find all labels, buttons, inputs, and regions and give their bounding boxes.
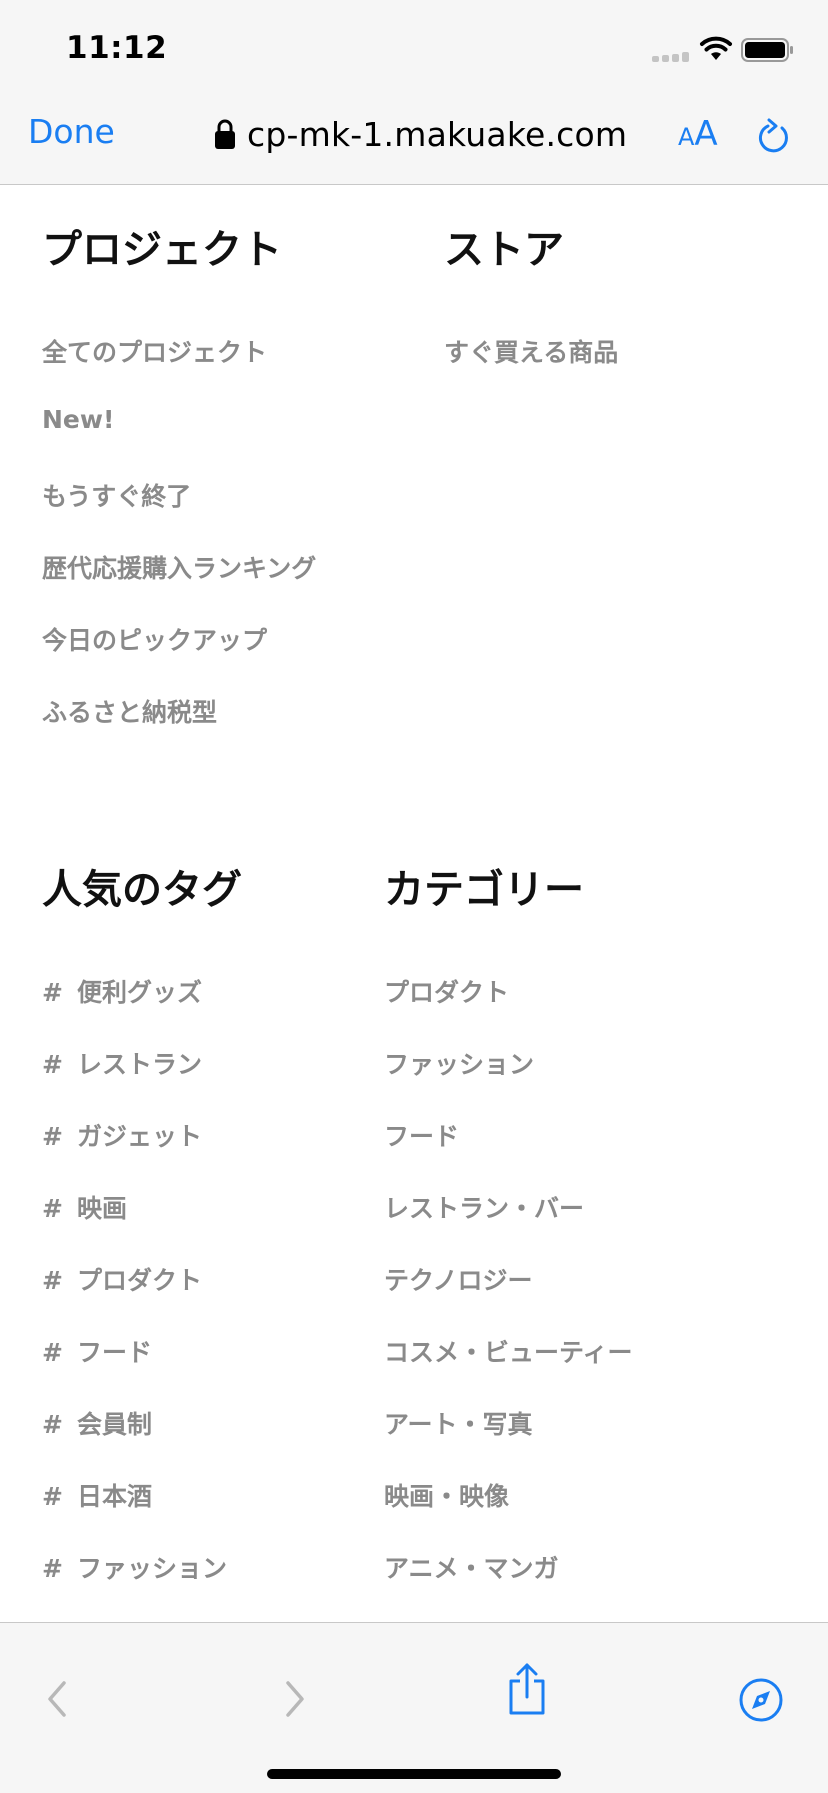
category-link[interactable]: テクノロジー: [384, 1261, 533, 1297]
section-title-tags: 人気のタグ: [42, 867, 242, 913]
tag-label: 日本酒: [76, 1482, 152, 1511]
tag-link[interactable]: # ファッション: [42, 1549, 227, 1585]
section-title-store: ストア: [444, 227, 564, 273]
hash-icon: #: [42, 1338, 63, 1367]
category-link[interactable]: プロダクト: [384, 973, 509, 1009]
cellular-signal-icon: [652, 52, 690, 62]
status-bar: 11:12: [0, 0, 828, 90]
hash-icon: #: [42, 1122, 63, 1151]
hash-icon: #: [42, 1410, 63, 1439]
text-size-button[interactable]: AA: [678, 114, 718, 158]
tag-label: プロダクト: [76, 1266, 202, 1295]
hash-icon: #: [42, 1194, 63, 1223]
text-size-small-a: A: [678, 123, 695, 151]
project-link-pickup[interactable]: 今日のピックアップ: [42, 621, 267, 657]
wifi-icon: [700, 36, 732, 60]
browser-top-bar: Done cp-mk-1.makuake.com AA: [0, 90, 828, 185]
lock-icon: [215, 119, 235, 149]
project-link-all[interactable]: 全てのプロジェクト: [42, 333, 267, 369]
hash-icon: #: [42, 978, 63, 1007]
tag-link[interactable]: # レストラン: [42, 1045, 202, 1081]
page-content: プロジェクト 全てのプロジェクト New! もうすぐ終了 歴代応援購入ランキング…: [0, 185, 828, 1622]
tag-label: 便利グッズ: [76, 978, 202, 1007]
tag-label: ガジェット: [76, 1122, 202, 1151]
address-bar[interactable]: cp-mk-1.makuake.com: [213, 112, 627, 156]
status-time: 11:12: [66, 30, 168, 66]
reload-icon[interactable]: [756, 118, 792, 158]
project-link-ranking[interactable]: 歴代応援購入ランキング: [42, 549, 316, 585]
tag-label: フード: [76, 1338, 152, 1367]
tag-label: 映画: [76, 1194, 127, 1223]
tag-link[interactable]: # プロダクト: [42, 1261, 202, 1297]
section-title-project: プロジェクト: [42, 227, 282, 273]
compass-icon[interactable]: [738, 1677, 784, 1723]
category-link[interactable]: ファッション: [384, 1045, 534, 1081]
chevron-right-icon[interactable]: [282, 1679, 308, 1719]
store-link-buy-now[interactable]: すぐ買える商品: [444, 333, 618, 369]
battery-icon: [741, 38, 793, 62]
hash-icon: #: [42, 1266, 63, 1295]
project-link-furusato[interactable]: ふるさと納税型: [42, 693, 217, 729]
category-link[interactable]: アート・写真: [384, 1405, 533, 1441]
category-link[interactable]: フード: [384, 1117, 459, 1153]
tag-label: 会員制: [76, 1410, 152, 1439]
hash-icon: #: [42, 1050, 63, 1079]
project-link-new[interactable]: New!: [42, 405, 114, 434]
share-icon[interactable]: [506, 1661, 548, 1717]
tag-link[interactable]: # 映画: [42, 1189, 127, 1225]
hash-icon: #: [42, 1482, 63, 1511]
tag-link[interactable]: # ガジェット: [42, 1117, 202, 1153]
tag-label: ファッション: [76, 1554, 227, 1583]
url-text: cp-mk-1.makuake.com: [247, 114, 628, 154]
category-link[interactable]: アニメ・マンガ: [384, 1549, 559, 1585]
section-title-categories: カテゴリー: [384, 867, 584, 913]
category-link[interactable]: コスメ・ビューティー: [384, 1333, 633, 1369]
browser-bottom-toolbar: [0, 1622, 828, 1793]
tag-link[interactable]: # 日本酒: [42, 1477, 152, 1513]
hash-icon: #: [42, 1554, 63, 1583]
category-link[interactable]: 映画・映像: [384, 1477, 509, 1513]
tag-label: レストラン: [76, 1050, 202, 1079]
text-size-big-a: A: [694, 114, 718, 154]
category-link[interactable]: レストラン・バー: [384, 1189, 584, 1225]
tag-link[interactable]: # 会員制: [42, 1405, 152, 1441]
tag-link[interactable]: # 便利グッズ: [42, 973, 202, 1009]
done-button[interactable]: Done: [28, 112, 115, 151]
chevron-left-icon[interactable]: [44, 1679, 70, 1719]
tag-link[interactable]: # フード: [42, 1333, 152, 1369]
project-link-ending-soon[interactable]: もうすぐ終了: [42, 477, 191, 513]
home-indicator[interactable]: [267, 1769, 561, 1779]
